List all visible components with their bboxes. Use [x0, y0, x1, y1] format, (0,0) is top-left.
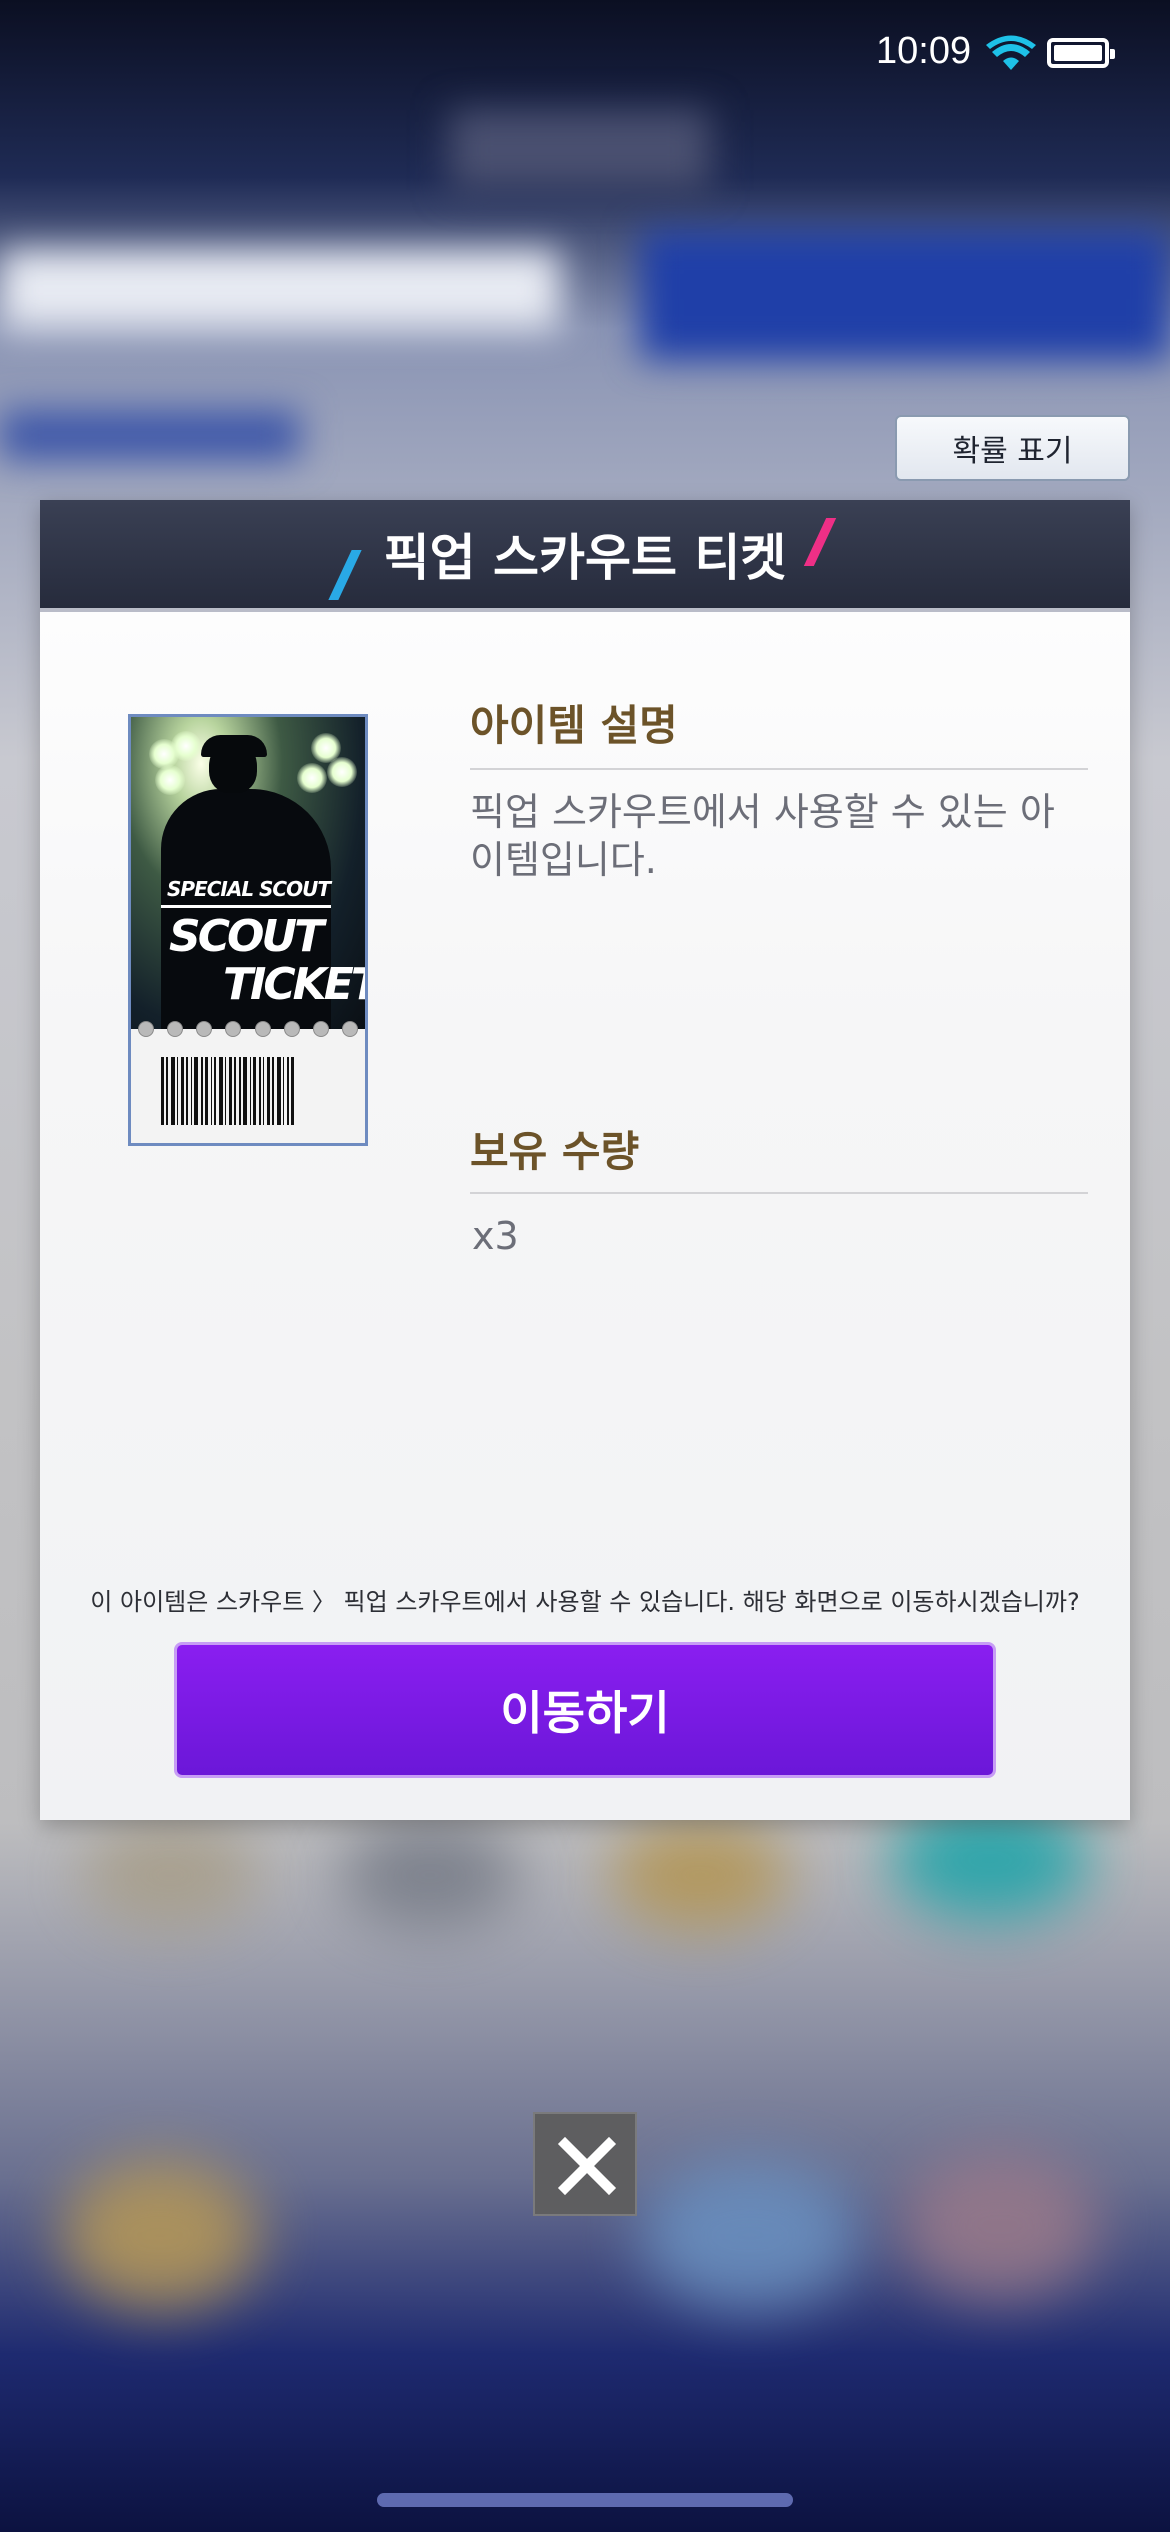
background-banner [0, 250, 560, 330]
background-card-1 [80, 1820, 260, 1930]
status-time: 10:09 [876, 30, 972, 72]
background-card-7 [900, 2150, 1100, 2300]
close-button[interactable] [533, 2112, 637, 2216]
item-info-dialog: 픽업 스카우트 티켓 SPECIAL SCOUT SCOUT TICKET 아이… [40, 500, 1130, 1820]
probability-display-button[interactable]: 확률 표기 [895, 415, 1130, 481]
dialog-title: 픽업 스카우트 티켓 [383, 529, 787, 587]
dialog-header: 픽업 스카우트 티켓 [40, 500, 1130, 612]
background-top-shape [450, 110, 710, 190]
wifi-icon [986, 35, 1036, 70]
divider [470, 1192, 1088, 1194]
background-card-5 [60, 2160, 260, 2310]
background-card-2 [340, 1820, 520, 1930]
home-indicator[interactable] [377, 2493, 793, 2507]
scout-ticket-image: SPECIAL SCOUT SCOUT TICKET [128, 714, 368, 1146]
ticket-scout-label: SCOUT [169, 911, 324, 962]
divider [470, 768, 1088, 770]
ticket-ticket-label: TICKET [223, 959, 368, 1010]
description-heading: 아이템 설명 [470, 701, 678, 750]
ticket-perforation [131, 1017, 365, 1041]
barcode [161, 1057, 337, 1125]
quantity-value: x3 [472, 1214, 519, 1258]
move-button[interactable]: 이동하기 [174, 1642, 996, 1778]
quantity-heading: 보유 수량 [470, 1127, 640, 1176]
ticket-special-label: SPECIAL SCOUT [167, 877, 331, 901]
status-bar: 10:09 [0, 0, 1170, 110]
background-banner-blue [640, 230, 1170, 360]
navigation-notice: 이 아이템은 스카우트 〉 픽업 스카우트에서 사용할 수 있습니다. 해당 화… [90, 1588, 1080, 1616]
background-card-6 [640, 2160, 860, 2310]
description-text: 픽업 스카우트에서 사용할 수 있는 아이템입니다. [470, 790, 1055, 882]
close-icon [557, 2136, 617, 2196]
background-card-3 [610, 1820, 790, 1930]
ticket-art: SPECIAL SCOUT SCOUT TICKET [131, 717, 365, 1029]
background-strip [0, 410, 300, 460]
battery-icon [1047, 38, 1115, 68]
